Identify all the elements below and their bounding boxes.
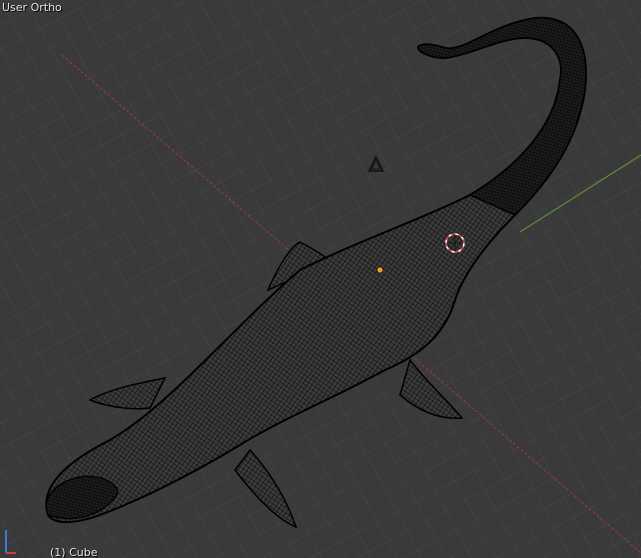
active-object-label: (1) Cube [50, 546, 98, 558]
viewport-canvas[interactable] [0, 0, 641, 558]
object-origin-icon[interactable] [376, 266, 384, 274]
3d-cursor-icon[interactable] [445, 233, 465, 253]
view-mode-label: User Ortho [2, 1, 62, 14]
3d-viewport[interactable]: User Ortho (1) Cube [0, 0, 641, 558]
